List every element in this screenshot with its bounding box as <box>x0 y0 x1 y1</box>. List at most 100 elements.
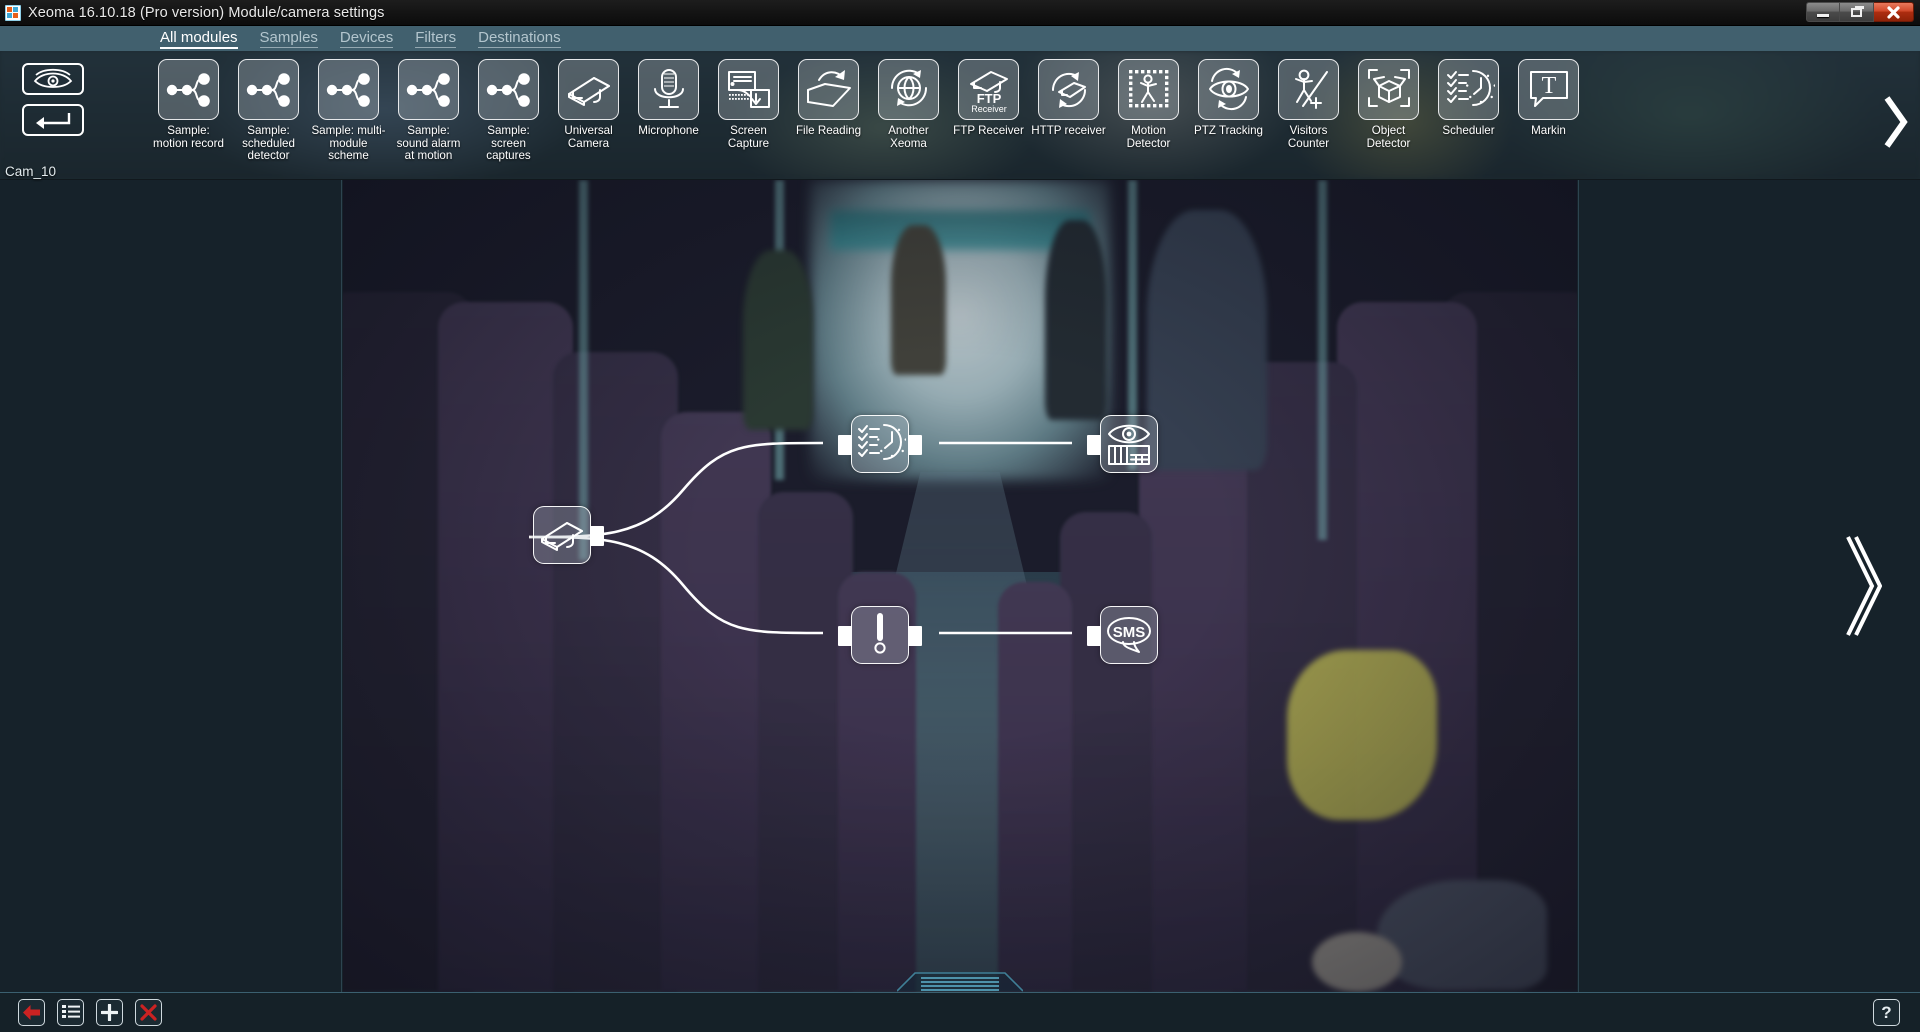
toolbar-nav-buttons <box>22 63 84 145</box>
screen-capture-icon <box>727 70 770 108</box>
node-port-in[interactable] <box>838 435 852 455</box>
window-controls <box>1806 2 1914 22</box>
canvas-left-panel <box>0 180 342 992</box>
module-label: Scheduler <box>1442 124 1495 137</box>
module-list-button[interactable] <box>57 999 84 1026</box>
tab-samples[interactable]: Samples <box>259 29 318 48</box>
scheduler-icon <box>1446 69 1495 106</box>
module-item-microphone[interactable]: Microphone <box>638 59 699 138</box>
module-graph-icon <box>318 59 379 120</box>
module-item-http-receiver[interactable]: HTTP receiver <box>1031 59 1106 138</box>
module-label: PTZ Tracking <box>1194 124 1263 137</box>
close-icon <box>1887 5 1900 19</box>
minimize-button[interactable] <box>1806 2 1840 22</box>
module-item-markin[interactable]: T Markin <box>1518 59 1579 138</box>
collapsed-panel-handle[interactable] <box>896 968 1024 992</box>
node-port-in[interactable] <box>1087 626 1101 646</box>
svg-text:Receiver: Receiver <box>971 104 1007 114</box>
back-arrow-button[interactable] <box>18 999 45 1026</box>
ptz-tracking-icon <box>1208 67 1249 110</box>
module-item-sample-multi-module-scheme[interactable]: Sample: multi-module scheme <box>311 59 386 163</box>
folder-arrow-icon <box>806 69 851 107</box>
arrow-left-red-icon <box>23 1005 40 1020</box>
object-detector-icon <box>1367 68 1410 107</box>
canvas-next-button[interactable] <box>1838 531 1883 641</box>
node-motion-alarm[interactable] <box>838 606 922 664</box>
preview-eye-button[interactable] <box>22 63 84 95</box>
http-receiver-icon <box>1051 71 1086 108</box>
module-label: Another Xeoma <box>888 124 929 150</box>
module-label: Sample: multi-module scheme <box>311 124 386 163</box>
module-item-another-xeoma[interactable]: Another Xeoma <box>878 59 939 150</box>
restore-button[interactable] <box>1840 2 1874 22</box>
exclamation-icon <box>874 613 886 654</box>
module-graph-icon <box>406 72 450 107</box>
object-detector-icon <box>1358 59 1419 120</box>
module-graph-icon <box>238 59 299 120</box>
tab-destinations[interactable]: Destinations <box>478 29 561 48</box>
module-toolbar: Sample: motion record Sample: scheduled … <box>0 51 1920 179</box>
ptz-tracking-icon <box>1198 59 1259 120</box>
node-port-in[interactable] <box>838 626 852 646</box>
xeoma-logo-icon <box>5 4 21 21</box>
module-item-motion-detector[interactable]: Motion Detector <box>1118 59 1179 150</box>
microphone-icon <box>653 68 684 108</box>
help-button[interactable]: ? <box>1873 999 1900 1026</box>
module-item-ptz-tracking[interactable]: PTZ Tracking <box>1194 59 1263 138</box>
module-item-object-detector[interactable]: Object Detector <box>1358 59 1419 150</box>
module-item-sample-motion-record[interactable]: Sample: motion record <box>153 59 224 150</box>
module-item-sample-screen-captures[interactable]: Sample: screen captures <box>478 59 539 163</box>
module-graph-icon <box>158 59 219 120</box>
module-item-visitors-counter[interactable]: Visitors Counter <box>1278 59 1339 150</box>
globe-refresh-icon <box>890 69 927 106</box>
tab-all-modules[interactable]: All modules <box>160 29 238 49</box>
module-item-screen-capture[interactable]: Screen Capture <box>718 59 779 150</box>
module-graph-icon <box>246 72 290 107</box>
back-button[interactable] <box>22 104 84 136</box>
module-item-ftp-receiver[interactable]: FTP Receiver FTP Receiver <box>953 59 1024 138</box>
module-label: Markin <box>1531 124 1566 137</box>
cctv-camera-icon <box>558 59 619 120</box>
module-item-file-reading[interactable]: File Reading <box>796 59 861 138</box>
chevron-right-icon <box>1884 96 1908 148</box>
close-button[interactable] <box>1874 2 1914 22</box>
plus-icon <box>101 1004 118 1021</box>
motion-detector-icon <box>1118 59 1179 120</box>
scheduler-icon <box>858 424 906 460</box>
scheme-canvas[interactable]: SMS <box>0 180 1920 992</box>
text-marking-icon: T <box>1518 59 1579 120</box>
ftp-receiver-icon: FTP Receiver <box>969 70 1008 114</box>
module-item-sample-sound-alarm-at-motion[interactable]: Sample: sound alarm at motion <box>397 59 460 163</box>
tab-devices[interactable]: Devices <box>339 29 394 48</box>
module-item-universal-camera[interactable]: Universal Camera <box>558 59 619 150</box>
eye-archive-icon <box>1108 424 1150 465</box>
tab-filters[interactable]: Filters <box>415 29 457 48</box>
list-icon <box>61 1005 80 1018</box>
toolbar-next-page-button[interactable] <box>1872 91 1918 153</box>
node-universal-camera[interactable] <box>533 506 604 564</box>
module-item-scheduler[interactable]: Scheduler <box>1438 59 1499 138</box>
module-label: Universal Camera <box>564 124 613 150</box>
node-preview-archive[interactable] <box>1087 415 1158 473</box>
screen-capture-icon <box>718 59 779 120</box>
module-graph-icon <box>478 59 539 120</box>
module-graph-icon <box>486 72 530 107</box>
module-item-sample-scheduled-detector[interactable]: Sample: scheduled detector <box>238 59 299 163</box>
arrow-left-icon <box>36 113 71 129</box>
module-label: Microphone <box>638 124 699 137</box>
panel-handle-icon <box>896 972 1024 992</box>
delete-module-button[interactable] <box>135 999 162 1026</box>
node-port-out[interactable] <box>908 435 922 455</box>
node-sms-sending[interactable]: SMS <box>1087 606 1158 664</box>
cctv-camera-icon <box>567 76 610 106</box>
add-module-button[interactable] <box>96 999 123 1026</box>
module-label: Sample: scheduled detector <box>242 124 295 163</box>
node-port-in[interactable] <box>1087 435 1101 455</box>
node-port-out[interactable] <box>590 526 604 546</box>
module-label: HTTP receiver <box>1031 124 1106 137</box>
bottom-toolbar-buttons <box>18 999 162 1026</box>
chevron-right-double-icon <box>1846 536 1883 636</box>
sms-icon: SMS <box>1107 617 1151 653</box>
node-port-out[interactable] <box>908 626 922 646</box>
node-scheduler[interactable] <box>838 415 922 473</box>
